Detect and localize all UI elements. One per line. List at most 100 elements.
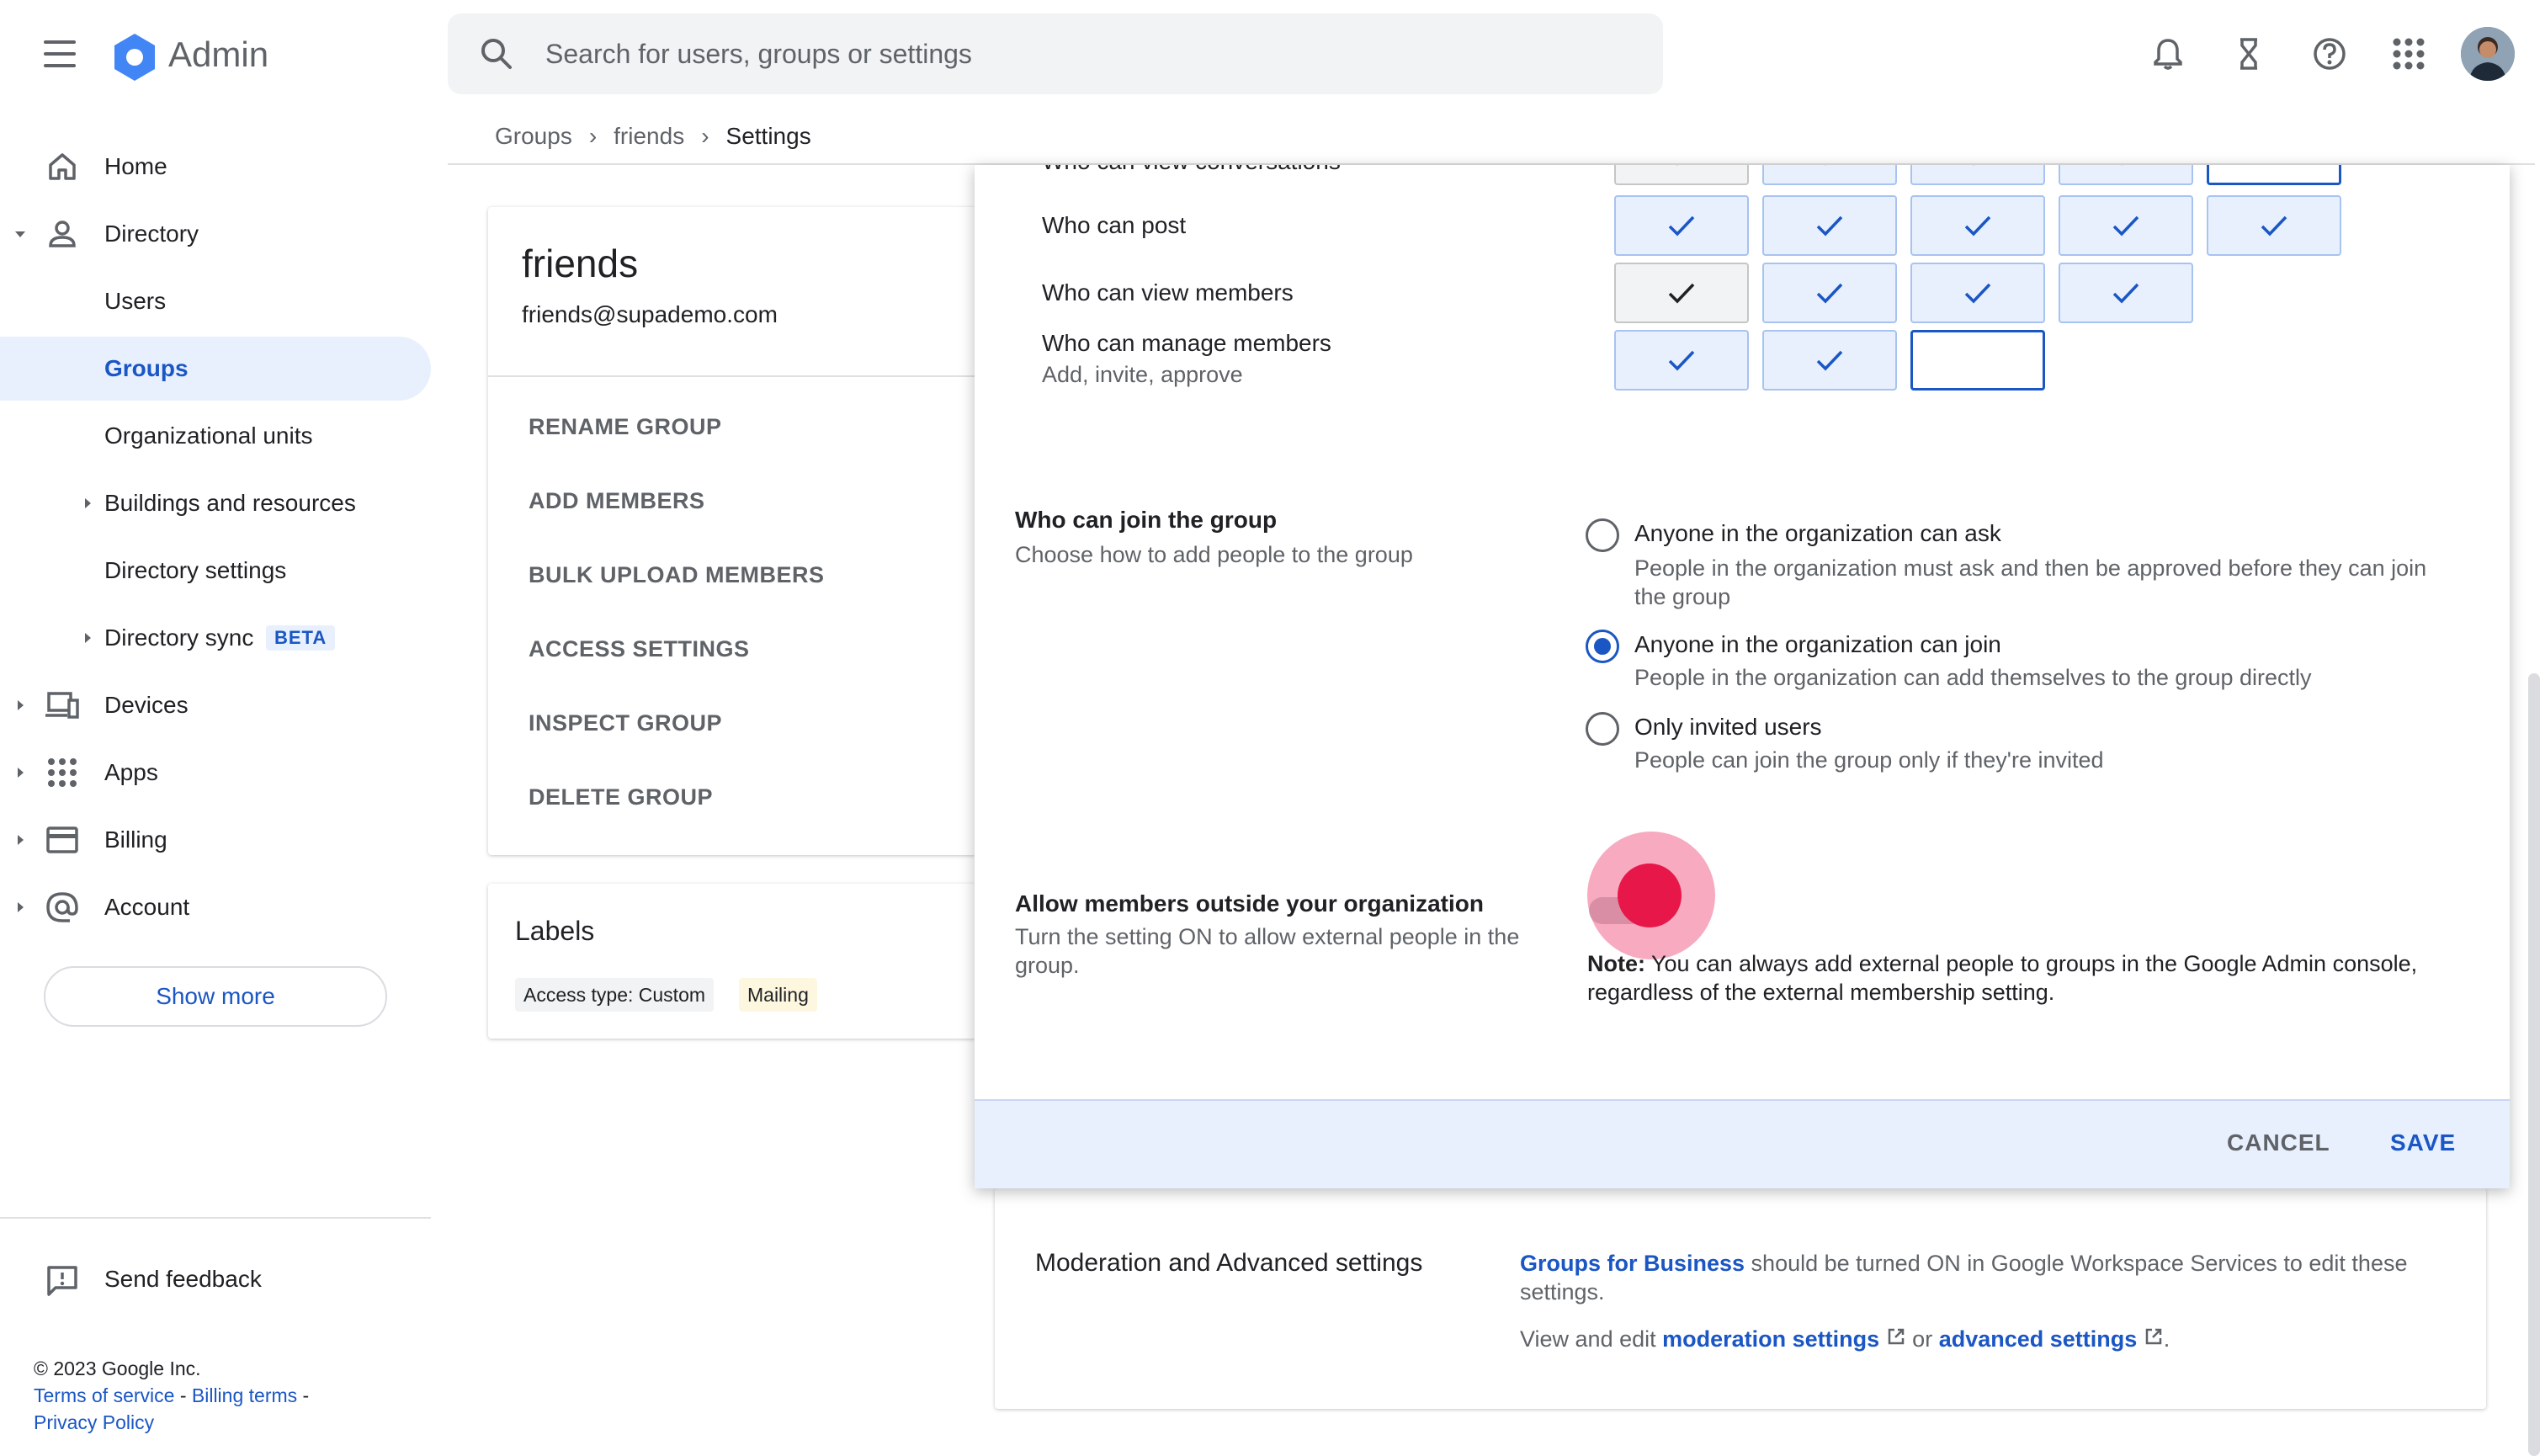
inspect-group-button[interactable]: INSPECT GROUP (529, 710, 722, 736)
home-icon (42, 146, 82, 187)
caret-right-icon[interactable] (12, 764, 29, 781)
sidebar-item-home[interactable]: Home (0, 135, 431, 199)
save-button[interactable]: SAVE (2390, 1129, 2456, 1156)
at-sign-icon (42, 887, 82, 927)
account-avatar[interactable] (2461, 27, 2515, 81)
apps-grid-icon (42, 752, 82, 793)
click-indicator-dot (1618, 864, 1682, 927)
permission-cell[interactable] (1614, 165, 1749, 185)
sidebar-item-buildings-and-resources[interactable]: Buildings and resources (0, 471, 431, 535)
caret-right-icon[interactable] (12, 697, 29, 714)
sidebar-item-label: Account (104, 894, 190, 920)
external-members-title: Allow members outside your organization (1015, 890, 1484, 917)
sidebar-item-users[interactable]: Users (0, 269, 431, 333)
caret-right-icon[interactable] (12, 832, 29, 848)
permission-row-label: Who can view conversations (1042, 165, 1341, 175)
advanced-settings-link[interactable]: advanced settings (1939, 1326, 2138, 1352)
breadcrumb-friends[interactable]: friends (614, 121, 684, 151)
permission-cell[interactable] (1762, 330, 1897, 391)
permission-cell[interactable] (1614, 195, 1749, 256)
caret-down-icon[interactable] (12, 226, 29, 242)
permission-cell[interactable] (1910, 263, 2045, 323)
note-label: Note: (1587, 951, 1645, 976)
permission-cell[interactable] (1614, 263, 1749, 323)
footer: © 2023 Google Inc. Terms of service - Bi… (34, 1355, 387, 1436)
join-option-ask-radio[interactable] (1586, 518, 1619, 552)
moderation-title: Moderation and Advanced settings (1035, 1249, 1423, 1277)
sidebar-item-label: Home (104, 153, 167, 179)
breadcrumb-groups[interactable]: Groups (495, 121, 572, 151)
cancel-button[interactable]: CANCEL (2227, 1129, 2330, 1156)
caret-right-icon[interactable] (79, 630, 96, 646)
access-settings-button[interactable]: ACCESS SETTINGS (529, 636, 750, 662)
permission-cell[interactable] (1910, 195, 2045, 256)
sidebar-item-devices[interactable]: Devices (0, 673, 431, 737)
sidebar-item-account[interactable]: Account (0, 875, 431, 939)
join-option-label: Anyone in the organization can join (1634, 631, 2001, 657)
permission-cell[interactable] (2059, 263, 2193, 323)
bulk-upload-members-button[interactable]: BULK UPLOAD MEMBERS (529, 562, 825, 588)
sidebar-item-organizational-units[interactable]: Organizational units (0, 404, 431, 468)
feedback-icon (42, 1261, 82, 1301)
permission-cell[interactable] (2207, 195, 2341, 256)
sidebar-item-label: Billing (104, 826, 167, 853)
group-name: friends (522, 242, 639, 285)
rename-group-button[interactable]: RENAME GROUP (529, 414, 722, 440)
sidebar-item-label: Groups (104, 355, 189, 381)
person-icon (42, 214, 82, 254)
add-members-button[interactable]: ADD MEMBERS (529, 488, 705, 514)
hourglass-tasks-icon[interactable] (2225, 30, 2272, 77)
apps-launcher-icon[interactable] (2385, 30, 2432, 77)
sidebar-item-directory-sync[interactable]: Directory sync BETA (0, 606, 431, 670)
permission-row-sublabel: Add, invite, approve (1042, 362, 1243, 387)
join-option-label: Only invited users (1634, 714, 1822, 740)
group-email: friends@supademo.com (522, 301, 778, 327)
moderation-settings-link[interactable]: moderation settings (1662, 1326, 1879, 1352)
permission-cell[interactable] (1614, 330, 1749, 391)
label-chip-mailing: Mailing (739, 978, 817, 1012)
external-link-icon (1886, 1326, 1906, 1352)
moderation-text: View and edit (1520, 1326, 1663, 1352)
delete-group-button[interactable]: DELETE GROUP (529, 784, 713, 810)
join-option-description: People in the organization can add thems… (1634, 665, 2312, 690)
credit-card-icon (42, 820, 82, 860)
permission-cell[interactable] (1762, 165, 1897, 185)
join-option-join-radio[interactable] (1586, 630, 1619, 663)
main-menu-button[interactable] (37, 35, 84, 72)
search-icon[interactable] (476, 34, 517, 74)
notifications-bell-icon[interactable] (2144, 30, 2192, 77)
sidebar-item-apps[interactable]: Apps (0, 741, 431, 805)
permission-cell[interactable] (2207, 165, 2341, 185)
permission-cell[interactable] (2059, 165, 2193, 185)
sidebar-item-groups[interactable]: Groups (0, 337, 431, 401)
permission-cell[interactable] (1910, 330, 2045, 391)
external-members-note: Note: You can always add external people… (1587, 949, 2463, 1007)
billing-terms-link[interactable]: Billing terms (192, 1384, 297, 1406)
privacy-policy-link[interactable]: Privacy Policy (34, 1411, 154, 1433)
moderation-links-row: View and edit moderation settings or adv… (1520, 1326, 2170, 1352)
permission-cell[interactable] (1910, 165, 2045, 185)
join-option-description: People can join the group only if they'r… (1634, 747, 2104, 773)
help-icon[interactable] (2306, 30, 2353, 77)
scrollbar-thumb[interactable] (2528, 673, 2540, 1456)
sidebar-item-directory[interactable]: Directory (0, 202, 431, 266)
groups-for-business-link[interactable]: Groups for Business (1520, 1251, 1745, 1276)
permission-cell[interactable] (2059, 195, 2193, 256)
sidebar-item-directory-settings[interactable]: Directory settings (0, 539, 431, 603)
terms-of-service-link[interactable]: Terms of service (34, 1384, 174, 1406)
sidebar-item-label: Directory (104, 221, 199, 247)
join-option-description: People in the organization must ask and … (1634, 555, 2427, 609)
moderation-text: . (2163, 1326, 2170, 1352)
permission-cell[interactable] (1762, 195, 1897, 256)
external-link-icon (2144, 1326, 2164, 1352)
send-feedback-button[interactable]: Send feedback (0, 1249, 431, 1313)
sidebar-item-billing[interactable]: Billing (0, 808, 431, 872)
search-input[interactable] (545, 34, 1555, 74)
permission-cell[interactable] (1762, 263, 1897, 323)
send-feedback-label: Send feedback (104, 1266, 262, 1292)
show-more-button[interactable]: Show more (44, 966, 387, 1027)
label-chip-access-type: Access type: Custom (515, 978, 715, 1012)
join-option-invited-radio[interactable] (1586, 712, 1619, 746)
caret-right-icon[interactable] (79, 495, 96, 512)
caret-right-icon[interactable] (12, 899, 29, 916)
